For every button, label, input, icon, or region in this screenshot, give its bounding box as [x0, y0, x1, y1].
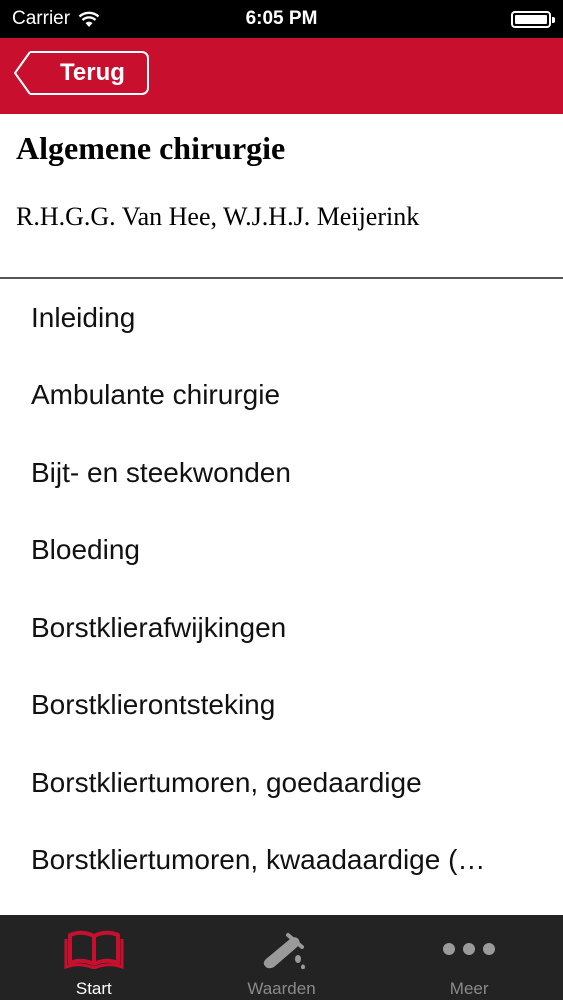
chapter-list: Inleiding Ambulante chirurgie Bijt- en s… [0, 279, 563, 899]
book-icon [64, 930, 124, 969]
back-button-label: Terug [60, 59, 125, 86]
status-bar: Carrier 6:05 PM [0, 0, 563, 38]
list-item[interactable]: Borstklierontsteking [0, 667, 563, 745]
tab-waarden-label: Waarden [247, 979, 316, 998]
tab-waarden[interactable]: Waarden [188, 915, 376, 1000]
page-title: Algemene chirurgie [16, 130, 286, 166]
tab-meer[interactable]: Meer [375, 915, 563, 1000]
navigation-bar: Terug [0, 38, 563, 114]
list-item[interactable]: Ambulante chirurgie [0, 357, 563, 435]
tab-start[interactable]: Start [0, 915, 188, 1000]
battery-icon [511, 11, 555, 28]
list-item[interactable]: Borstklierafwijkingen [0, 589, 563, 667]
back-arrow-icon [14, 51, 31, 95]
lab-flask-icon [263, 933, 305, 969]
chapter-header: Algemene chirurgie R.H.G.G. Van Hee, W.J… [0, 114, 563, 279]
list-item[interactable]: Bijt- en steekwonden [0, 434, 563, 512]
back-button[interactable]: Terug [14, 51, 149, 95]
tab-meer-label: Meer [449, 979, 489, 998]
list-item[interactable]: Inleiding [0, 279, 563, 357]
list-item[interactable]: Bloeding [0, 512, 563, 590]
tab-start-label: Start [75, 979, 112, 998]
tab-bar: Start Waarden Meer [0, 915, 563, 1000]
more-dots-icon [443, 943, 496, 955]
authors-line: R.H.G.G. Van Hee, W.J.H.J. Meijerink [16, 202, 420, 231]
list-item[interactable]: Borstkliertumoren, kwaadaardige (… [0, 822, 563, 900]
list-item[interactable]: Borstkliertumoren, goedaardige [0, 744, 563, 822]
clock: 6:05 PM [245, 8, 318, 29]
